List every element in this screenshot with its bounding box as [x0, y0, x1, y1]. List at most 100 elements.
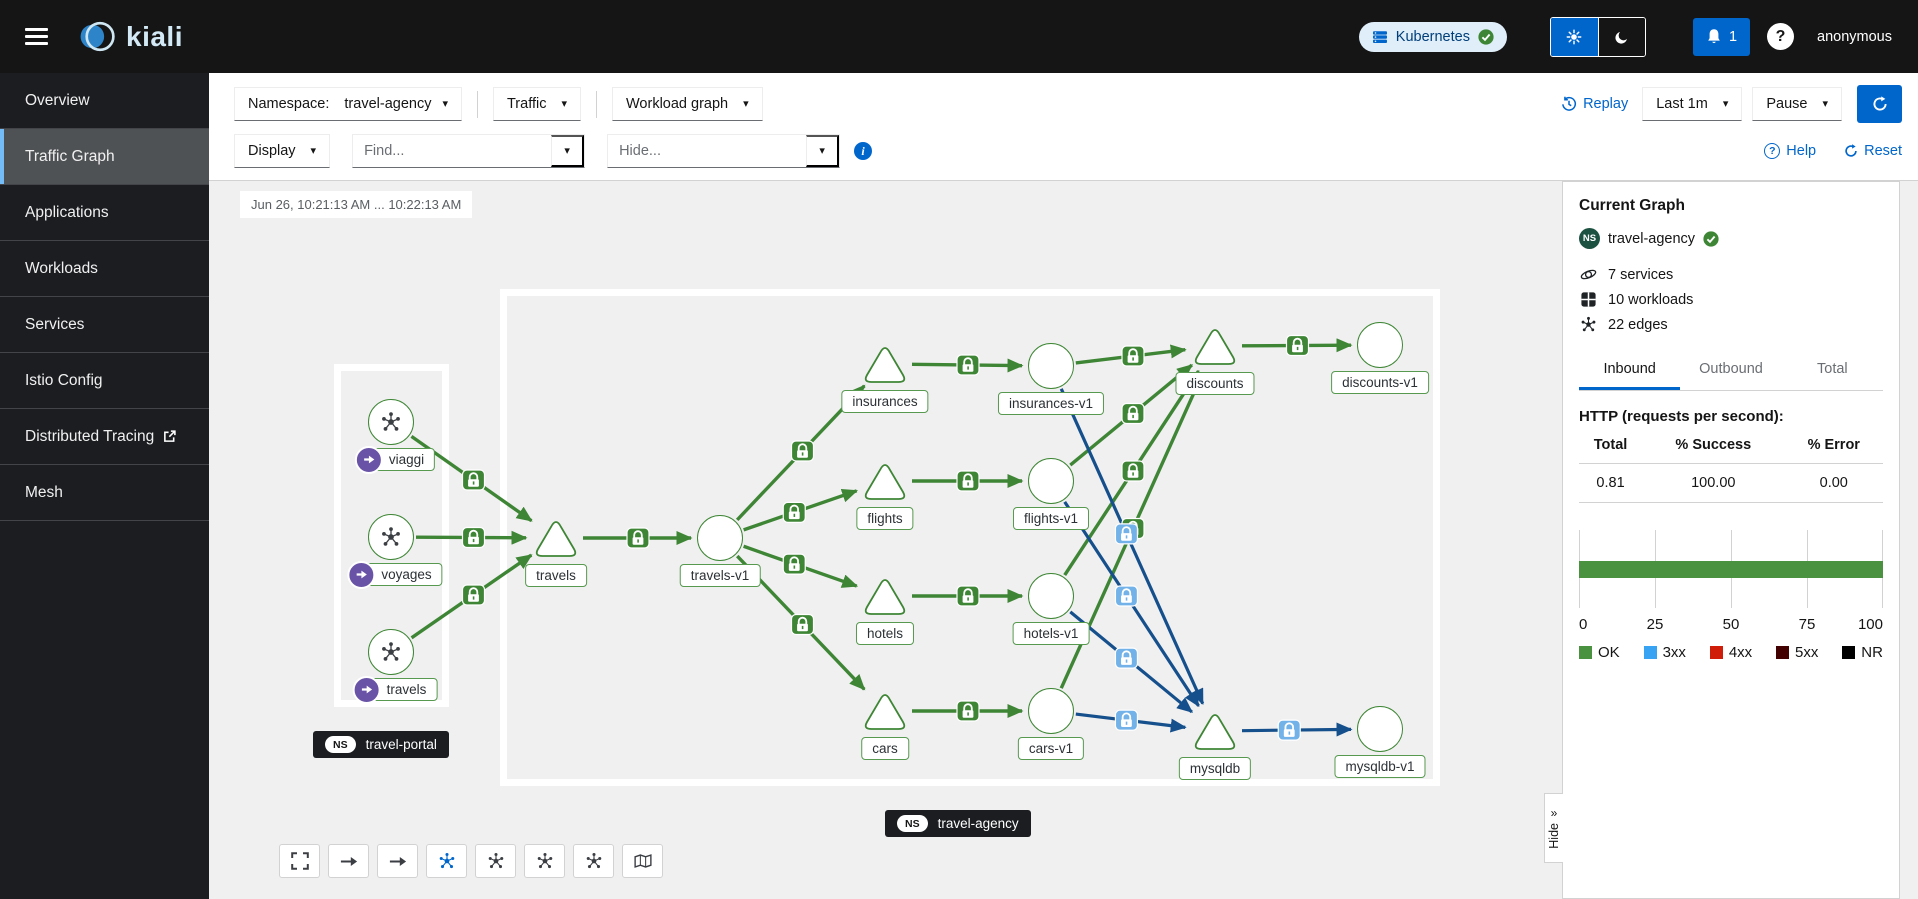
graph-node-voyages[interactable] [368, 514, 414, 560]
breadthfirst-layout-button[interactable] [573, 844, 614, 878]
legend-label: 3xx [1663, 644, 1686, 661]
graph-node-label-mysqldb-v1[interactable]: mysqldb-v1 [1334, 755, 1425, 778]
traffic-select[interactable]: Traffic ▾ [493, 87, 581, 121]
help-menu-button[interactable]: ? [1767, 23, 1794, 50]
tab-total[interactable]: Total [1782, 353, 1883, 390]
replay-label: Replay [1583, 96, 1628, 112]
duration-select[interactable]: Last 1m ▾ [1642, 87, 1742, 121]
sidebar-item-mesh[interactable]: Mesh [0, 465, 209, 521]
graph-node-label-travels-wl[interactable]: travels [367, 678, 438, 701]
sidebar-item-traffic-graph[interactable]: Traffic Graph [0, 129, 209, 185]
sidebar-item-istio-config[interactable]: Istio Config [0, 353, 209, 409]
legend-swatch [1842, 646, 1855, 659]
find-options-toggle[interactable]: ▾ [551, 135, 584, 167]
refresh-button[interactable] [1857, 85, 1902, 123]
caret-down-icon: ▾ [1822, 99, 1828, 110]
expand-button[interactable] [279, 844, 320, 878]
hide-input[interactable] [608, 135, 806, 167]
ns-badge-icon: NS [325, 736, 356, 753]
namespace-select[interactable]: Namespace: travel-agency ▾ [234, 87, 462, 121]
graph-node-label-hotels[interactable]: hotels [856, 622, 914, 645]
sidebar-item-overview[interactable]: Overview [0, 73, 209, 129]
edges-icon [1579, 316, 1598, 333]
sidebar-item-workloads[interactable]: Workloads [0, 241, 209, 297]
panel-hide-tab[interactable]: » Hide [1544, 793, 1563, 863]
graph-node-discounts-v1[interactable] [1357, 322, 1403, 368]
graph-node-travels-wl[interactable] [368, 629, 414, 675]
graph-help-button[interactable]: ? Help [1764, 143, 1816, 159]
graph-node-cars[interactable] [858, 685, 912, 735]
light-theme-button[interactable] [1551, 18, 1598, 56]
help-label: Help [1786, 143, 1816, 159]
tab-outbound[interactable]: Outbound [1680, 353, 1781, 390]
graph-node-hotels-v1[interactable] [1028, 573, 1074, 619]
find-input[interactable] [353, 135, 551, 167]
display-select[interactable]: Display ▾ [234, 134, 330, 168]
notifications-button[interactable]: 1 [1693, 18, 1750, 56]
graph-node-mysqldb[interactable] [1188, 705, 1242, 755]
summary-panel: Current Graph NS travel-agency 7 service… [1562, 181, 1900, 899]
caret-down-icon: ▾ [1723, 99, 1729, 110]
replay-history-icon [1561, 96, 1577, 112]
nav-toggle-hamburger-icon[interactable] [25, 28, 48, 45]
tab-inbound[interactable]: Inbound [1579, 353, 1680, 390]
sidebar-item-label: Workloads [25, 260, 98, 278]
concentric-layout-button[interactable] [524, 844, 565, 878]
node-label-text: discounts-v1 [1342, 375, 1418, 390]
node-label-text: hotels [867, 626, 903, 641]
graph-node-label-mysqldb[interactable]: mysqldb [1179, 757, 1251, 780]
graph-node-viaggi[interactable] [368, 399, 414, 445]
graph-node-label-travels-v1[interactable]: travels-v1 [680, 564, 761, 587]
graph-type-select[interactable]: Workload graph ▾ [612, 87, 763, 121]
sidebar-item-label: Applications [25, 204, 109, 222]
sidebar-item-label: Services [25, 316, 84, 334]
graph-node-label-viaggi[interactable]: viaggi [369, 448, 435, 471]
find-hide-info-icon[interactable]: i [854, 142, 872, 160]
legend-button[interactable] [622, 844, 663, 878]
graph-node-label-travels[interactable]: travels [525, 564, 587, 587]
graph-node-label-hotels-v1[interactable]: hotels-v1 [1013, 622, 1090, 645]
graph-node-label-discounts[interactable]: discounts [1175, 372, 1254, 395]
graph-node-mysqldb-v1[interactable] [1357, 706, 1403, 752]
graph-node-flights-v1[interactable] [1028, 458, 1074, 504]
graph-node-label-flights-v1[interactable]: flights-v1 [1013, 507, 1089, 530]
graph-reset-button[interactable]: Reset [1844, 143, 1902, 159]
sidebar-item-applications[interactable]: Applications [0, 185, 209, 241]
sidebar-item-services[interactable]: Services [0, 297, 209, 353]
graph-node-travels[interactable] [529, 512, 583, 562]
edge-arrow-button[interactable] [328, 844, 369, 878]
graph-node-cars-v1[interactable] [1028, 688, 1074, 734]
dagre-layout-button[interactable] [426, 844, 467, 878]
hide-options-toggle[interactable]: ▾ [806, 135, 839, 167]
cluster-badge[interactable]: Kubernetes [1359, 22, 1507, 52]
graph-node-flights[interactable] [858, 455, 912, 505]
chart-bar-segment-ok [1579, 561, 1883, 578]
grid-layout-button[interactable] [475, 844, 516, 878]
refresh-interval-select[interactable]: Pause ▾ [1752, 87, 1842, 121]
hide-input-group: ▾ [607, 134, 840, 168]
dark-theme-button[interactable] [1598, 18, 1645, 56]
ns-badge-label: travel-agency [938, 816, 1019, 831]
refresh-interval-value: Pause [1766, 96, 1807, 112]
graph-node-discounts[interactable] [1188, 320, 1242, 370]
ns-badge-icon: NS [897, 815, 928, 832]
graph-node-insurances-v1[interactable] [1028, 343, 1074, 389]
graph-node-label-voyages[interactable]: voyages [361, 563, 442, 586]
sidebar-item-distributed-tracing[interactable]: Distributed Tracing [0, 409, 209, 465]
node-label-text: hotels-v1 [1024, 626, 1079, 641]
graph-node-label-cars-v1[interactable]: cars-v1 [1018, 737, 1084, 760]
graph-node-insurances[interactable] [858, 338, 912, 388]
graph-node-travels-v1[interactable] [697, 515, 743, 561]
graph-node-label-insurances[interactable]: insurances [841, 390, 928, 413]
http-status-chart: 0255075100 OK3xx4xx5xxNR [1579, 530, 1883, 661]
graph-node-label-insurances-v1[interactable]: insurances-v1 [998, 392, 1104, 415]
sidebar-item-label: Traffic Graph [25, 148, 115, 166]
graph-node-label-flights[interactable]: flights [856, 507, 913, 530]
edge-arrow-alt-button[interactable] [377, 844, 418, 878]
replay-button[interactable]: Replay [1561, 96, 1628, 112]
graph-canvas[interactable]: Jun 26, 10:21:13 AM ... 10:22:13 AM viag… [209, 181, 1562, 899]
graph-node-hotels[interactable] [858, 570, 912, 620]
graph-node-label-discounts-v1[interactable]: discounts-v1 [1331, 371, 1429, 394]
graph-node-label-cars[interactable]: cars [861, 737, 909, 760]
mtls-lock-icon [957, 586, 979, 606]
